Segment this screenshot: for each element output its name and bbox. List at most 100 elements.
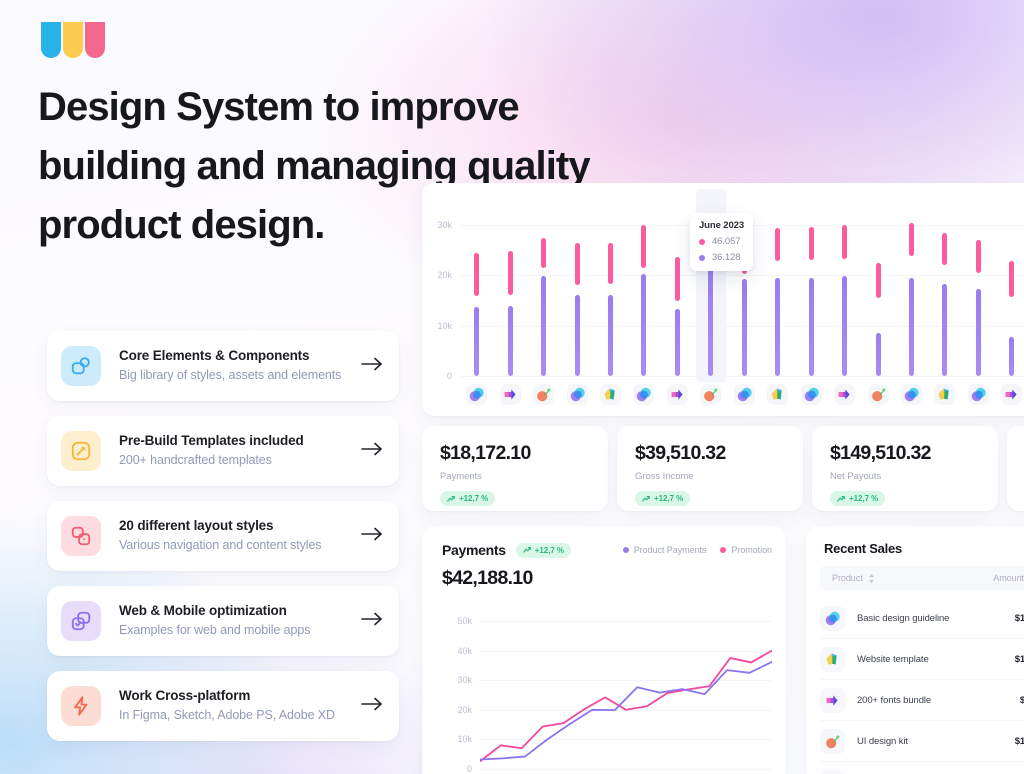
stat-label: Payments <box>440 471 482 482</box>
category-icon[interactable] <box>666 384 688 405</box>
bar-group[interactable] <box>975 215 981 376</box>
bar-group[interactable] <box>942 215 948 376</box>
bar-group[interactable] <box>808 215 814 376</box>
product-brush-icon <box>820 728 845 754</box>
feature-title: Core Elements & Components <box>119 348 310 364</box>
table-row[interactable]: Base wireframe kit$160,00 <box>820 762 1024 774</box>
stat-card-overflow <box>1007 426 1024 511</box>
bar-product-payments <box>808 277 814 376</box>
feature-card-text: Pre-Build Templates included 200+ handcr… <box>101 433 361 469</box>
product-circles-icon <box>820 605 845 631</box>
table-row[interactable]: Basic design guideline $159,00 <box>820 598 1024 639</box>
feature-card-text: Core Elements & Components Big library o… <box>101 348 361 384</box>
legend-item-product-payments[interactable]: Product Payments <box>622 545 706 555</box>
layout-plus-icon <box>61 516 101 556</box>
category-icon[interactable] <box>533 384 555 405</box>
y-axis-tick: 10k <box>437 320 452 331</box>
product-name: Basic design guideline <box>857 612 950 624</box>
bar-promotion <box>541 237 547 268</box>
feature-title: Work Cross-platform <box>119 688 251 704</box>
feature-card-prebuild-templates[interactable]: Pre-Build Templates included 200+ handcr… <box>47 416 399 486</box>
bar-chart-category-icons <box>460 384 1024 406</box>
bar-group[interactable] <box>641 215 647 376</box>
category-icon[interactable] <box>466 384 488 405</box>
category-icon[interactable] <box>901 384 922 405</box>
arrow-right-icon[interactable] <box>361 612 383 631</box>
product-play-icon <box>820 687 845 713</box>
w-logo[interactable] <box>39 20 107 70</box>
check-square-icon <box>61 601 101 641</box>
bar-promotion <box>942 232 948 266</box>
y-axis-tick: 50k <box>457 616 472 626</box>
bar-product-payments <box>507 306 513 376</box>
bar-promotion <box>909 222 914 257</box>
category-icon[interactable] <box>867 384 889 405</box>
bar-group[interactable] <box>674 215 680 376</box>
category-icon[interactable] <box>566 384 588 405</box>
table-row[interactable]: UI design kit $120,00 <box>820 721 1024 762</box>
bar-group[interactable] <box>909 215 914 376</box>
tooltip-title: June 2023 <box>699 220 745 231</box>
feature-card-web-mobile[interactable]: Web & Mobile optimization Examples for w… <box>47 586 399 656</box>
gridline <box>460 376 1024 377</box>
status-badge: +12,7 % <box>515 542 571 558</box>
feature-card-layout-styles[interactable]: 20 different layout styles Various navig… <box>47 501 399 571</box>
arrow-right-icon[interactable] <box>361 697 383 716</box>
trend-up-icon <box>837 495 845 502</box>
stat-delta: +12,7 % <box>849 494 879 503</box>
feature-card-core-elements[interactable]: Core Elements & Components Big library o… <box>47 331 399 401</box>
bar-product-payments <box>541 276 547 376</box>
bar-group[interactable] <box>775 215 781 376</box>
table-header-row: Product Amount <box>820 566 1024 590</box>
bar-product-payments <box>641 273 647 376</box>
category-icon[interactable] <box>733 384 755 405</box>
bar-group[interactable] <box>608 215 613 376</box>
arrow-right-icon[interactable] <box>361 442 383 461</box>
payments-title: Payments <box>442 542 506 558</box>
stat-card-gross-income: $39,510.32 Gross Income +12,7 % <box>617 426 803 511</box>
bar-group[interactable] <box>574 215 580 376</box>
gridline <box>480 769 772 770</box>
bar-product-payments <box>708 261 714 376</box>
category-icon[interactable] <box>499 384 521 405</box>
column-header-amount[interactable]: Amount <box>993 573 1024 583</box>
category-icon[interactable] <box>700 384 722 405</box>
stat-delta: +12,7 % <box>459 494 489 503</box>
feature-card-cross-platform[interactable]: Work Cross-platform In Figma, Sketch, Ad… <box>47 671 399 741</box>
category-icon[interactable] <box>633 384 655 405</box>
tooltip-value: 46.057 <box>712 236 741 247</box>
feature-card-list: Core Elements & Components Big library o… <box>47 331 399 756</box>
feature-subtitle: Various navigation and content styles <box>119 538 322 553</box>
arrow-right-icon[interactable] <box>361 357 383 376</box>
bar-group[interactable] <box>507 215 513 376</box>
dashboard-preview: 0 10k 20k 30k June 2023 46.057 36.128 $18,1… <box>422 183 1024 774</box>
arrow-right-icon[interactable] <box>361 527 383 546</box>
bar-group[interactable] <box>875 215 881 376</box>
table-row[interactable]: Website template $180,00 <box>820 639 1024 680</box>
bar-group[interactable] <box>842 215 848 376</box>
column-header-product[interactable]: Product <box>832 573 875 583</box>
bar-group[interactable] <box>1009 215 1015 376</box>
category-icon[interactable] <box>600 384 621 405</box>
feature-title: Web & Mobile optimization <box>119 603 287 619</box>
product-cards-icon <box>820 646 845 672</box>
bar-group[interactable] <box>541 215 547 376</box>
category-icon[interactable] <box>834 384 856 405</box>
bar-promotion <box>875 262 881 299</box>
bar-product-payments <box>909 277 914 376</box>
bar-product-payments <box>674 309 680 376</box>
column-label: Amount <box>993 573 1024 583</box>
category-icon[interactable] <box>934 384 956 405</box>
category-icon[interactable] <box>1001 384 1023 405</box>
payments-header: Payments +12,7 % $42,188.10 Product Paym… <box>442 542 772 590</box>
category-icon[interactable] <box>767 384 789 405</box>
lightning-bolt-icon <box>61 686 101 726</box>
brush-square-icon <box>61 431 101 471</box>
legend-item-promotion[interactable]: Promotion <box>720 545 772 555</box>
bar-promotion <box>474 252 480 296</box>
category-icon[interactable] <box>800 384 822 405</box>
category-icon[interactable] <box>967 384 989 405</box>
table-row[interactable]: 200+ fonts bundle $58,00 <box>820 680 1024 721</box>
bar-group[interactable] <box>474 215 480 376</box>
stat-value: $39,510.32 <box>635 442 726 464</box>
